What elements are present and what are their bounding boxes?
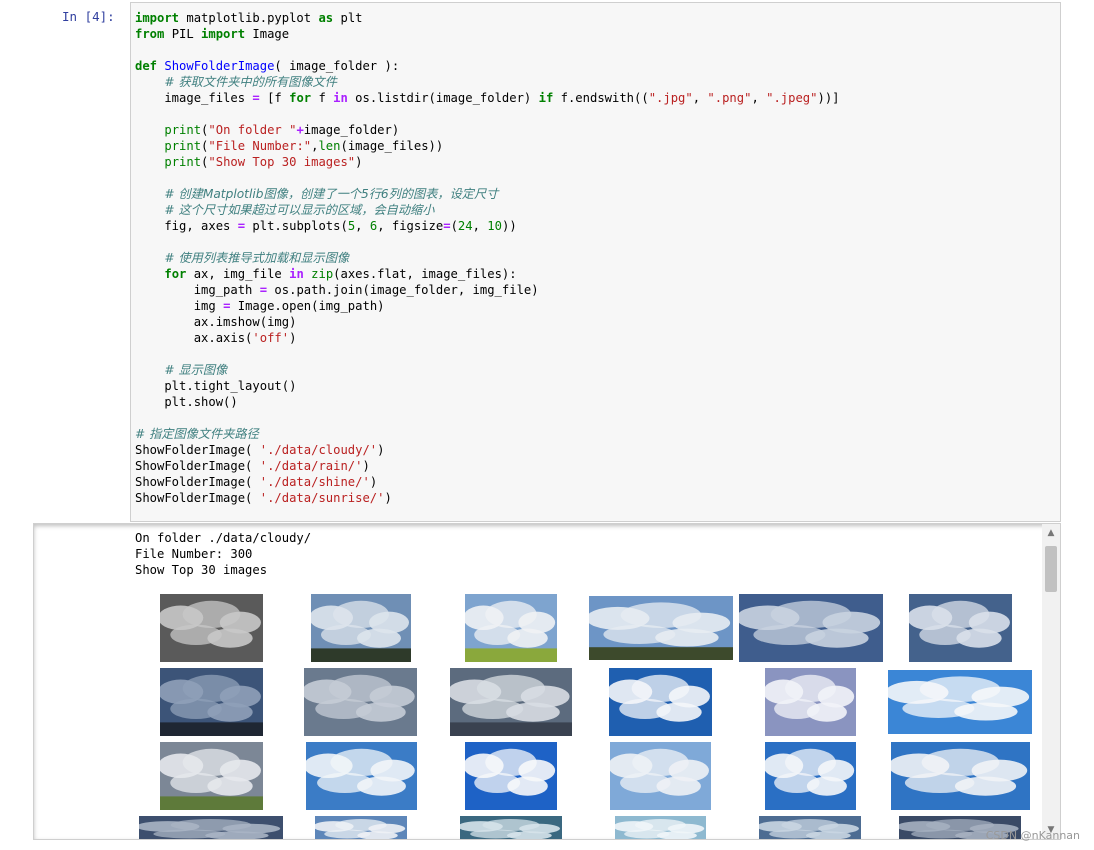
- watermark: CSDN @nKannan: [985, 829, 1080, 842]
- code-line: ShowFolderImage( './data/cloudy/'): [135, 443, 385, 457]
- stdout-text: On folder ./data/cloudy/ File Number: 30…: [135, 530, 311, 578]
- code-line: # 显示图像: [164, 363, 228, 377]
- cloud-image-thumbnail: [465, 594, 557, 662]
- code-line: print("Show Top 30 images"): [164, 155, 363, 169]
- output-line: File Number: 300: [135, 547, 253, 561]
- cloud-image-thumbnail: [311, 594, 411, 662]
- cloud-image-thumbnail: [739, 594, 883, 662]
- output-area: On folder ./data/cloudy/ File Number: 30…: [33, 523, 1061, 840]
- cloud-image-thumbnail: [450, 668, 572, 736]
- cloud-image-thumbnail: [160, 594, 263, 662]
- code-line: plt.show(): [135, 395, 238, 409]
- output-line: On folder ./data/cloudy/: [135, 531, 312, 545]
- code-line: from PIL import Image: [135, 27, 290, 41]
- output-line: Show Top 30 images: [135, 563, 268, 577]
- code-line: plt.tight_layout(): [135, 379, 297, 393]
- code-editor[interactable]: import matplotlib.pyplot as plt from PIL …: [131, 3, 1060, 506]
- output-scrollbar[interactable]: ▲ ▼: [1042, 524, 1060, 839]
- cloud-image-thumbnail: [589, 596, 733, 660]
- cloud-image-thumbnail: [759, 816, 861, 839]
- code-line: # 这个尺寸如果超过可以显示的区域，会自动缩小: [164, 203, 435, 217]
- cloud-image-thumbnail: [909, 594, 1012, 662]
- cloud-image-thumbnail: [615, 816, 706, 839]
- cloud-image-thumbnail: [315, 816, 407, 839]
- code-line: ShowFolderImage( './data/sunrise/'): [135, 491, 392, 505]
- cloud-image-thumbnail: [765, 742, 856, 810]
- code-line: print("File Number:",len(image_files)): [164, 139, 444, 153]
- scroll-up-icon[interactable]: ▲: [1042, 524, 1060, 542]
- cloud-image-thumbnail: [160, 742, 263, 810]
- code-line: ax.axis('off'): [135, 331, 297, 345]
- code-line: import matplotlib.pyplot as plt: [135, 11, 363, 25]
- code-line: fig, axes = plt.subplots(5, 6, figsize=(…: [135, 219, 517, 233]
- cloud-image-thumbnail: [306, 742, 417, 810]
- code-line: def ShowFolderImage( image_folder ):: [135, 59, 400, 73]
- cloud-image-thumbnail: [465, 742, 557, 810]
- code-line: ShowFolderImage( './data/rain/'): [135, 459, 370, 473]
- cloud-image-thumbnail: [610, 742, 711, 810]
- cloud-image-thumbnail: [609, 668, 712, 736]
- code-line: # 创建Matplotlib图像，创建了一个5行6列的图表，设定尺寸: [164, 187, 499, 201]
- code-line: # 获取文件夹中的所有图像文件: [164, 75, 337, 89]
- code-line: print("On folder "+image_folder): [164, 123, 400, 137]
- cloud-image-thumbnail: [891, 742, 1030, 810]
- code-cell-input[interactable]: import matplotlib.pyplot as plt from PIL …: [130, 2, 1061, 522]
- cloud-image-thumbnail: [160, 668, 263, 736]
- cloud-image-thumbnail: [139, 816, 283, 839]
- code-line: ax.imshow(img): [135, 315, 297, 329]
- cloud-image-thumbnail: [460, 816, 562, 839]
- code-line: # 指定图像文件夹路径: [135, 427, 259, 441]
- code-line: ShowFolderImage( './data/shine/'): [135, 475, 378, 489]
- code-line: img_path = os.path.join(image_folder, im…: [135, 283, 539, 297]
- cell-prompt: In [4]:: [62, 9, 115, 24]
- code-line: # 使用列表推导式加载和显示图像: [164, 251, 350, 265]
- cloud-image-thumbnail: [304, 668, 417, 736]
- cloud-image-thumbnail: [888, 670, 1032, 734]
- cloud-image-thumbnail: [765, 668, 856, 736]
- scrollbar-thumb[interactable]: [1045, 546, 1057, 592]
- code-line: img = Image.open(img_path): [135, 299, 385, 313]
- code-line: for ax, img_file in zip(axes.flat, image…: [164, 267, 517, 281]
- code-line: image_files = [f for f in os.listdir(ima…: [135, 91, 840, 105]
